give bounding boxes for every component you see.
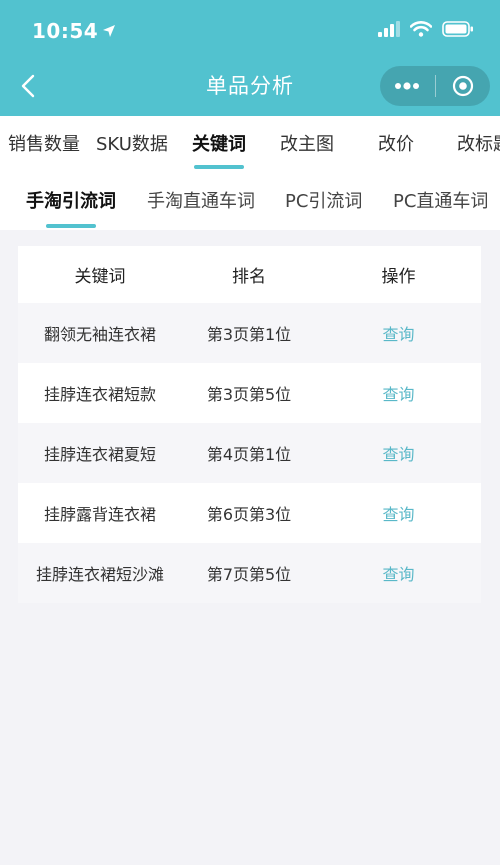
rank-cell: 第3页第1位: [206, 325, 292, 344]
rank-cell: 第3页第5位: [206, 385, 292, 404]
active-tab-indicator: [194, 165, 244, 169]
table-row: 挂脖连衣裙短沙滩 第7页第5位 查询: [18, 543, 481, 603]
rank-cell: 第4页第1位: [206, 445, 292, 464]
keyword-cell: 翻领无袖连衣裙: [43, 325, 156, 344]
query-link[interactable]: 查询: [382, 445, 414, 464]
battery-icon: [442, 21, 473, 37]
table-row: 挂脖露背连衣裙 第6页第3位 查询: [18, 483, 481, 543]
keyword-cell: 挂脖露背连衣裙: [43, 505, 156, 524]
tab-change-price[interactable]: 改价: [378, 116, 414, 173]
keyword-cell: 挂脖连衣裙夏短: [43, 445, 156, 464]
query-link[interactable]: 查询: [382, 505, 414, 524]
keyword-cell: 挂脖连衣裙短沙滩: [35, 565, 164, 584]
tab-pc-ztc-keywords[interactable]: PC直通车词: [393, 173, 488, 230]
status-time: 10:54: [32, 19, 116, 43]
location-arrow-icon: [103, 25, 116, 37]
tab-mobile-taobao-traffic-keywords[interactable]: 手淘引流词: [26, 173, 116, 230]
status-icons: [378, 21, 474, 37]
primary-tabs: 销售数量 SKU数据 关键词 改主图 改价 改标题: [0, 116, 500, 173]
tab-change-title[interactable]: 改标题: [457, 116, 500, 173]
target-circle-icon: [452, 75, 473, 97]
query-link[interactable]: 查询: [382, 385, 414, 404]
more-dots-icon: [395, 82, 420, 90]
header-rank: 排名: [232, 267, 266, 287]
active-subtab-indicator: [46, 224, 96, 228]
more-button[interactable]: [380, 66, 435, 106]
wifi-icon: [410, 21, 432, 37]
query-link[interactable]: 查询: [382, 565, 414, 584]
table-row: 挂脖连衣裙短款 第3页第5位 查询: [18, 363, 481, 423]
rank-cell: 第7页第5位: [206, 565, 292, 584]
table-row: 挂脖连衣裙夏短 第4页第1位 查询: [18, 423, 481, 483]
keyword-table: 关键词 排名 操作 翻领无袖连衣裙 第3页第1位 查询 挂脖连衣裙短款 第3页第…: [18, 246, 481, 603]
signal-icon: [378, 21, 400, 37]
tab-sku-data[interactable]: SKU数据: [96, 116, 168, 173]
header-keyword: 关键词: [74, 267, 126, 287]
keyword-cell: 挂脖连衣裙短款: [43, 385, 156, 404]
tab-mobile-taobao-ztc-keywords[interactable]: 手淘直通车词: [147, 173, 255, 230]
tab-pc-traffic-keywords[interactable]: PC引流词: [285, 173, 362, 230]
tab-keywords[interactable]: 关键词: [192, 116, 246, 173]
close-mini-program-button[interactable]: [436, 66, 491, 106]
header: 10:54 单品分析: [0, 0, 500, 116]
table-row: 翻领无袖连衣裙 第3页第1位 查询: [18, 303, 481, 363]
query-link[interactable]: 查询: [382, 325, 414, 344]
mini-program-capsule: [380, 66, 490, 106]
tab-sales-quantity[interactable]: 销售数量: [8, 116, 80, 173]
tab-change-main-image[interactable]: 改主图: [280, 116, 334, 173]
header-action: 操作: [381, 267, 416, 287]
table-header: 关键词 排名 操作: [18, 246, 481, 303]
rank-cell: 第6页第3位: [206, 505, 292, 524]
secondary-tabs: 手淘引流词 手淘直通车词 PC引流词 PC直通车词: [0, 173, 500, 230]
